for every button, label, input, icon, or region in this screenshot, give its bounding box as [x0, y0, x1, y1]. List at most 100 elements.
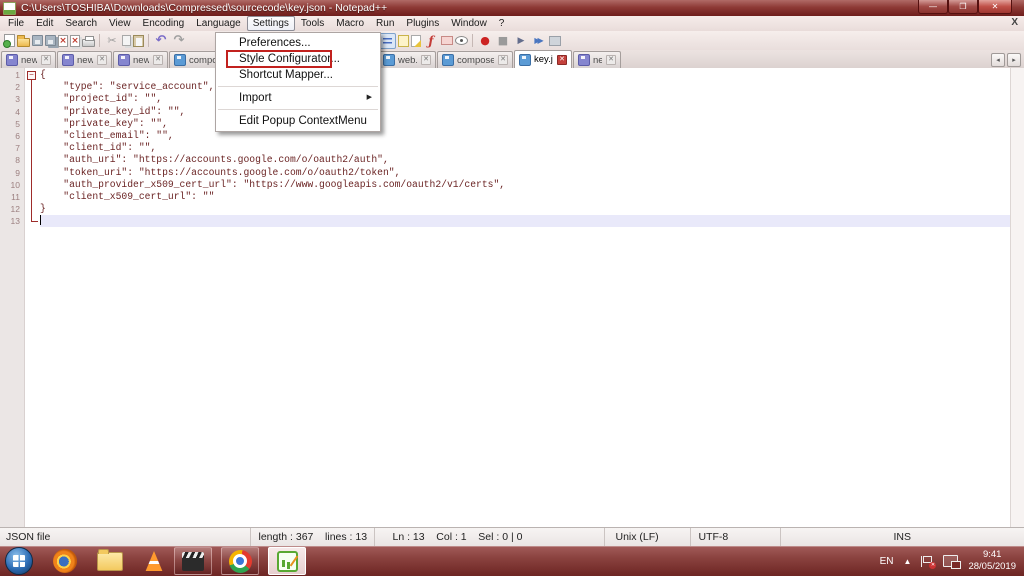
editor[interactable]: 1 { 2 "type": "service_account", 3 "proj… — [0, 68, 1024, 528]
menu-macro[interactable]: Macro — [330, 16, 370, 31]
tab-scroll-left-icon[interactable]: ◂ — [991, 53, 1005, 67]
minimize-window-icon[interactable]: — — [918, 0, 948, 14]
word-wrap-icon[interactable] — [411, 35, 421, 47]
code-line[interactable]: 4 "private_key_id": "", — [0, 106, 1011, 118]
redo-icon[interactable] — [171, 33, 187, 48]
menu-item-shortcut-mapper[interactable]: Shortcut Mapper... — [216, 67, 380, 83]
saved-file-icon — [118, 54, 130, 66]
doc-switcher-icon[interactable] — [455, 36, 468, 45]
tab-close-icon[interactable]: ✕ — [498, 55, 508, 65]
menu-plugins[interactable]: Plugins — [400, 16, 445, 31]
menu-run[interactable]: Run — [370, 16, 400, 31]
restore-window-icon[interactable]: ❐ — [948, 0, 978, 14]
indent-guide-icon[interactable] — [398, 35, 409, 47]
code-line[interactable]: 10 "auth_provider_x509_cert_url": "https… — [0, 179, 1011, 191]
show-all-chars-icon[interactable] — [379, 33, 396, 49]
tab[interactable]: new 6 ✕ — [573, 51, 621, 68]
menu-item-preferences[interactable]: Preferences... — [216, 35, 380, 51]
menu-item-import[interactable]: Import▶ — [216, 90, 380, 106]
tab-close-icon[interactable]: ✕ — [421, 55, 431, 65]
tab[interactable]: web.php ✕ — [378, 51, 436, 68]
menu-item-style-configurator[interactable]: Style Configurator... — [216, 51, 380, 67]
menu-search[interactable]: Search — [59, 16, 103, 31]
function-list-icon[interactable] — [423, 33, 439, 48]
menu-encoding[interactable]: Encoding — [137, 16, 191, 31]
language-indicator[interactable]: EN — [880, 556, 894, 567]
desktop: C:\Users\TOSHIBA\Downloads\Compressed\so… — [0, 0, 1024, 576]
menu-tools[interactable]: Tools — [295, 16, 330, 31]
tab-close-icon[interactable]: ✕ — [606, 55, 616, 65]
menu-?[interactable]: ? — [493, 16, 511, 31]
doc-map-icon[interactable] — [441, 36, 453, 45]
paste-icon[interactable] — [133, 35, 144, 47]
menu-item-edit-popup-contextmenu[interactable]: Edit Popup ContextMenu — [216, 113, 380, 129]
action-center-flag-icon[interactable] — [921, 556, 933, 567]
code-line[interactable]: 3 "project_id": "", — [0, 93, 1011, 105]
save-macro-icon[interactable] — [549, 36, 561, 46]
tab[interactable]: new 5 ✕ — [113, 51, 168, 68]
toolbar-separator — [99, 34, 100, 47]
code-line[interactable]: 2 "type": "service_account", — [0, 81, 1011, 93]
line-number: 9 — [0, 168, 24, 178]
open-folder-icon[interactable] — [17, 38, 30, 47]
code-line[interactable]: 1 { — [0, 69, 1011, 81]
save-all-icon[interactable] — [45, 35, 56, 46]
tab[interactable]: composer.json ✕ — [437, 51, 513, 68]
window-controls: —❐✕ — [918, 0, 1012, 14]
start-button-icon[interactable] — [5, 547, 33, 575]
network-display-icon[interactable] — [943, 555, 958, 567]
code-line[interactable]: 12 } — [0, 203, 1011, 215]
code-line[interactable]: 7 "client_id": "", — [0, 142, 1011, 154]
menu-view[interactable]: View — [103, 16, 137, 31]
tab[interactable]: new 4 ✕ — [57, 51, 112, 68]
menu-window[interactable]: Window — [445, 16, 493, 31]
record-macro-icon[interactable] — [477, 33, 493, 48]
fold-collapse-icon[interactable]: − — [27, 71, 36, 80]
vertical-scrollbar[interactable] — [1010, 68, 1024, 528]
show-hidden-icons-icon[interactable]: ▲ — [904, 557, 912, 566]
line-text — [40, 215, 1011, 227]
tab-close-icon[interactable]: ✕ — [41, 55, 51, 65]
code-line[interactable]: 9 "token_uri": "https://accounts.google.… — [0, 167, 1011, 179]
tab[interactable]: key.json ✕ — [514, 50, 572, 68]
print-icon[interactable] — [82, 39, 95, 47]
code-line[interactable]: 11 "client_x509_cert_url": "" — [0, 191, 1011, 203]
line-number: 10 — [0, 180, 24, 190]
tab-close-icon[interactable]: ✕ — [153, 55, 163, 65]
saved-file-icon — [383, 54, 395, 66]
menu-edit[interactable]: Edit — [30, 16, 59, 31]
close-file-icon[interactable] — [58, 35, 68, 47]
save-icon[interactable] — [32, 35, 43, 46]
stop-macro-icon[interactable] — [495, 33, 511, 48]
copy-icon[interactable] — [122, 35, 131, 46]
run-macro-multiple-icon[interactable] — [531, 33, 547, 48]
code-line[interactable]: 13 — [0, 215, 1011, 227]
line-text: "project_id": "", — [40, 93, 1011, 105]
menu-settings[interactable]: Settings — [247, 16, 295, 31]
close-document-icon[interactable]: X — [1011, 17, 1018, 28]
firefox-icon[interactable] — [53, 549, 77, 573]
tab-scroll-right-icon[interactable]: ▸ — [1007, 53, 1021, 67]
tab[interactable]: new 3 ✕ — [1, 51, 56, 68]
code-line[interactable]: 6 "client_email": "", — [0, 130, 1011, 142]
media-player-taskbar-button[interactable] — [174, 547, 212, 575]
code-line[interactable]: 8 "auth_uri": "https://accounts.google.c… — [0, 154, 1011, 166]
new-file-icon[interactable] — [4, 34, 15, 47]
undo-icon[interactable] — [153, 33, 169, 48]
vlc-icon[interactable] — [143, 551, 165, 571]
cut-icon[interactable] — [104, 33, 120, 48]
close-all-icon[interactable] — [70, 35, 80, 47]
chrome-taskbar-button[interactable] — [221, 547, 259, 575]
toolbar-right-group — [378, 31, 562, 50]
close-window-icon[interactable]: ✕ — [978, 0, 1012, 14]
file-explorer-icon[interactable] — [97, 552, 123, 571]
clock[interactable]: 9:41 28/05/2019 — [968, 549, 1016, 573]
fold-guide-line — [31, 80, 32, 221]
tab-close-icon[interactable]: ✕ — [557, 55, 567, 65]
code-line[interactable]: 5 "private_key": "", — [0, 118, 1011, 130]
tab-close-icon[interactable]: ✕ — [97, 55, 107, 65]
menu-language[interactable]: Language — [190, 16, 247, 31]
notepad-plus-plus-taskbar-button[interactable] — [268, 547, 306, 575]
play-macro-icon[interactable] — [513, 33, 529, 48]
menu-file[interactable]: File — [2, 16, 30, 31]
